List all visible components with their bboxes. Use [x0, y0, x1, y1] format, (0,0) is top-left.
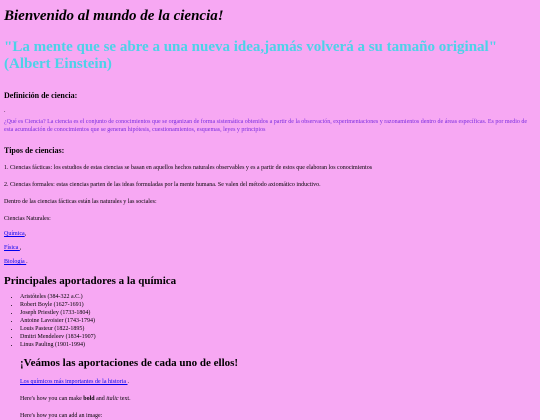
factual-intro: Dentro de las ciencias fácticas están la…	[4, 199, 157, 205]
list-item: Joseph Priestley (1733-1804)	[20, 309, 536, 317]
bold-italic-line: Here's how you can make bold and italic …	[20, 395, 536, 403]
section-heading: ¡Veámos las aportaciones de cada uno de …	[20, 357, 239, 369]
historic-chemists-link[interactable]: Los químicos más importantes de la histo…	[20, 379, 127, 385]
link-fisica-suffix: ,	[19, 245, 22, 251]
bold-line-prefix: Here's how you can make	[20, 396, 84, 402]
page: Bienvenido al mundo de la ciencia! "La m…	[0, 0, 540, 420]
types-heading: Tipos de ciencias:	[4, 146, 65, 155]
contributions-section: ¡Veámos las aportaciones de cada uno de …	[20, 357, 536, 420]
link-fisica[interactable]: Física	[4, 245, 20, 251]
link-biologia-row: Biología .	[4, 259, 536, 265]
list-item: Antoine Lavoisier (1743-1794)	[20, 317, 536, 325]
definition-dot: .	[4, 108, 6, 114]
natural-label: Ciencias Naturales:	[4, 216, 51, 222]
link-quimica-suffix: ,	[24, 231, 27, 237]
link-biologia-suffix: .	[26, 259, 28, 265]
image-line: Here's how you can add an image:	[20, 413, 103, 419]
definition-heading: Definición de ciencia:	[4, 91, 78, 100]
section-link-row: Los químicos más importantes de la histo…	[20, 378, 536, 386]
types-factual: 1. Ciencias fácticas: los estudios de es…	[4, 165, 373, 171]
italic-word: italic	[106, 396, 119, 402]
list-item: Linus Pauling (1901-1994)	[20, 341, 536, 349]
bold-word: bold	[83, 396, 95, 402]
list-item: Louis Pasteur (1822-1895)	[20, 325, 536, 333]
link-biologia[interactable]: Biología	[4, 259, 26, 265]
types-formal: 2. Ciencias formales: estas ciencias par…	[4, 182, 321, 188]
contributors-heading: Principales aportadores a la química	[4, 275, 177, 287]
list-item: Robert Boyle (1627-1691)	[20, 301, 536, 309]
bold-and: and	[94, 396, 107, 402]
link-fisica-row: Física ,	[4, 245, 536, 251]
link-quimica[interactable]: Química	[4, 231, 25, 237]
list-item: Aristóteles (384-322 a.C.)	[20, 293, 536, 301]
einstein-quote: "La mente que se abre a una nueva idea,j…	[4, 39, 498, 72]
page-title: Bienvenido al mundo de la ciencia!	[4, 8, 224, 24]
bold-line-suffix: text.	[118, 396, 131, 402]
list-item: Dmitri Mendeleev (1834-1907)	[20, 333, 536, 341]
definition-text: ¿Qué es Ciencia? La ciencia es el conjun…	[4, 119, 528, 133]
section-link-suffix: .	[127, 379, 129, 385]
contributors-list: Aristóteles (384-322 a.C.) Robert Boyle …	[4, 293, 536, 349]
link-quimica-row: Química,	[4, 231, 536, 237]
